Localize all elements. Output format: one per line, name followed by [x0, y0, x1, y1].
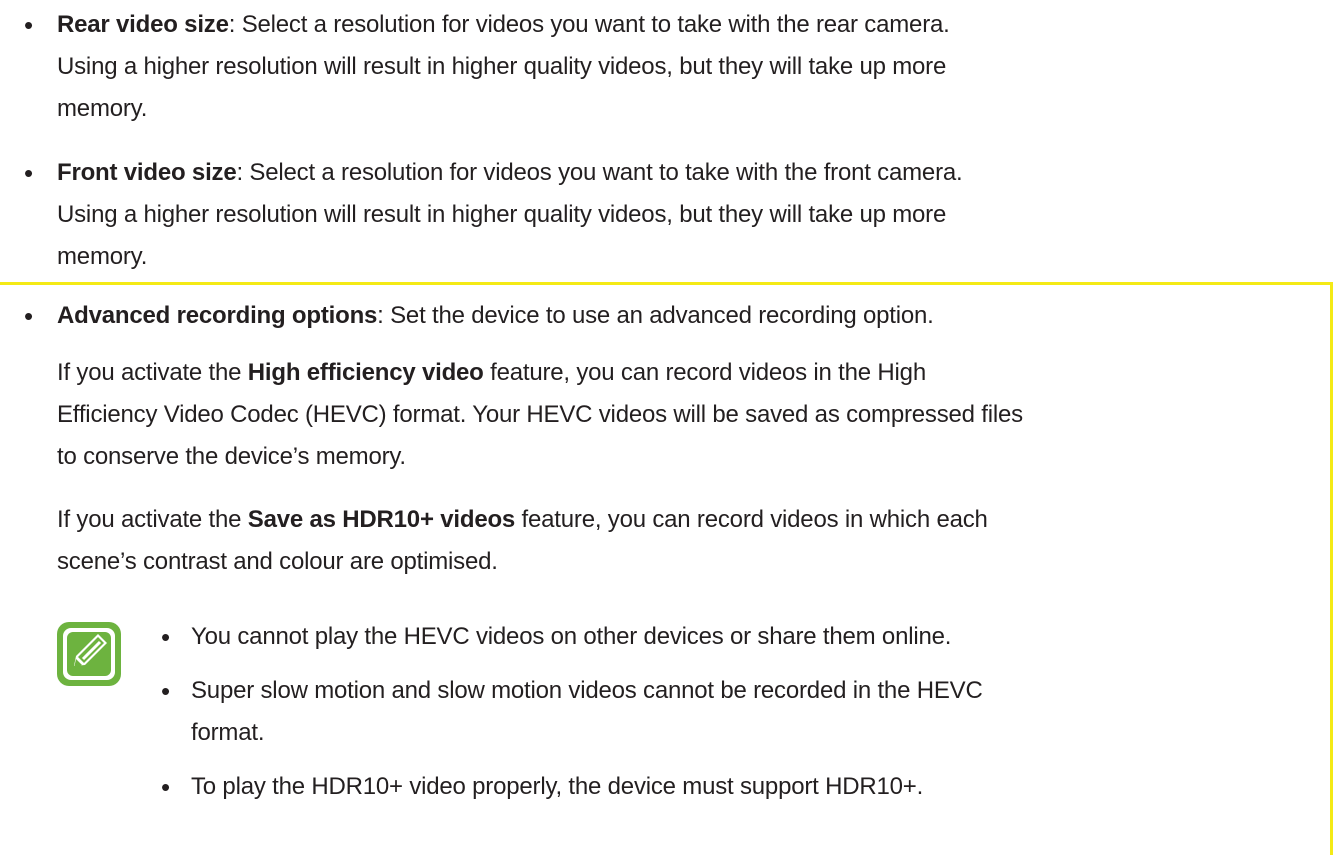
list-item-front-video-size: Front video size: Select a resolution fo…: [57, 152, 1322, 278]
paragraph-text: feature, you can record videos in the Hi…: [483, 359, 926, 386]
paragraph-line: scene’s contrast and colour are optimise…: [57, 548, 498, 575]
paragraph-text: If you activate the: [57, 359, 248, 386]
note-item: Super slow motion and slow motion videos…: [191, 670, 1311, 754]
manual-page: • Rear video size: Select a resolution f…: [0, 0, 1333, 855]
description-line: memory.: [57, 95, 148, 122]
term-rear-video-size: Rear video size: [57, 11, 229, 38]
note-pencil-icon: [57, 622, 121, 686]
description: : Select a resolution for videos you wan…: [228, 11, 950, 38]
term-front-video-size: Front video size: [57, 159, 237, 186]
note-text: To play the HDR10+ video properly, the d…: [191, 773, 924, 800]
description-line: Using a higher resolution will result in…: [57, 53, 947, 80]
description: : Select a resolution for videos you wan…: [236, 159, 963, 186]
note-item: To play the HDR10+ video properly, the d…: [191, 766, 1311, 808]
note-text: format.: [191, 719, 265, 746]
list-bullet: •: [24, 158, 34, 188]
paragraph-high-efficiency-video: If you activate the High efficiency vide…: [57, 352, 1322, 478]
list-bullet: •: [24, 10, 34, 40]
paragraph-line: Efficiency Video Codec (HEVC) format. Yo…: [57, 401, 1023, 428]
note-bullet: •: [161, 676, 171, 706]
description: : Set the device to use an advanced reco…: [377, 302, 934, 329]
note-text: You cannot play the HEVC videos on other…: [191, 623, 952, 650]
paragraph-text: If you activate the: [57, 506, 248, 533]
list-item-advanced-recording-options: Advanced recording options: Set the devi…: [57, 295, 1322, 337]
paragraph-line: to conserve the device’s memory.: [57, 443, 406, 470]
description-line: memory.: [57, 243, 148, 270]
term-advanced-recording-options: Advanced recording options: [57, 302, 378, 329]
note-item: You cannot play the HEVC videos on other…: [191, 616, 1311, 658]
term-high-efficiency-video: High efficiency video: [247, 359, 484, 386]
note-text: Super slow motion and slow motion videos…: [191, 677, 983, 704]
description-line: Using a higher resolution will result in…: [57, 201, 947, 228]
note-bullet: •: [161, 622, 171, 652]
note-bullet: •: [161, 772, 171, 802]
paragraph-hdr10-videos: If you activate the Save as HDR10+ video…: [57, 499, 1322, 583]
paragraph-text: feature, you can record videos in which …: [515, 506, 988, 533]
term-save-as-hdr10-videos: Save as HDR10+ videos: [247, 506, 516, 533]
list-item-rear-video-size: Rear video size: Select a resolution for…: [57, 4, 1322, 130]
list-bullet: •: [24, 301, 34, 331]
